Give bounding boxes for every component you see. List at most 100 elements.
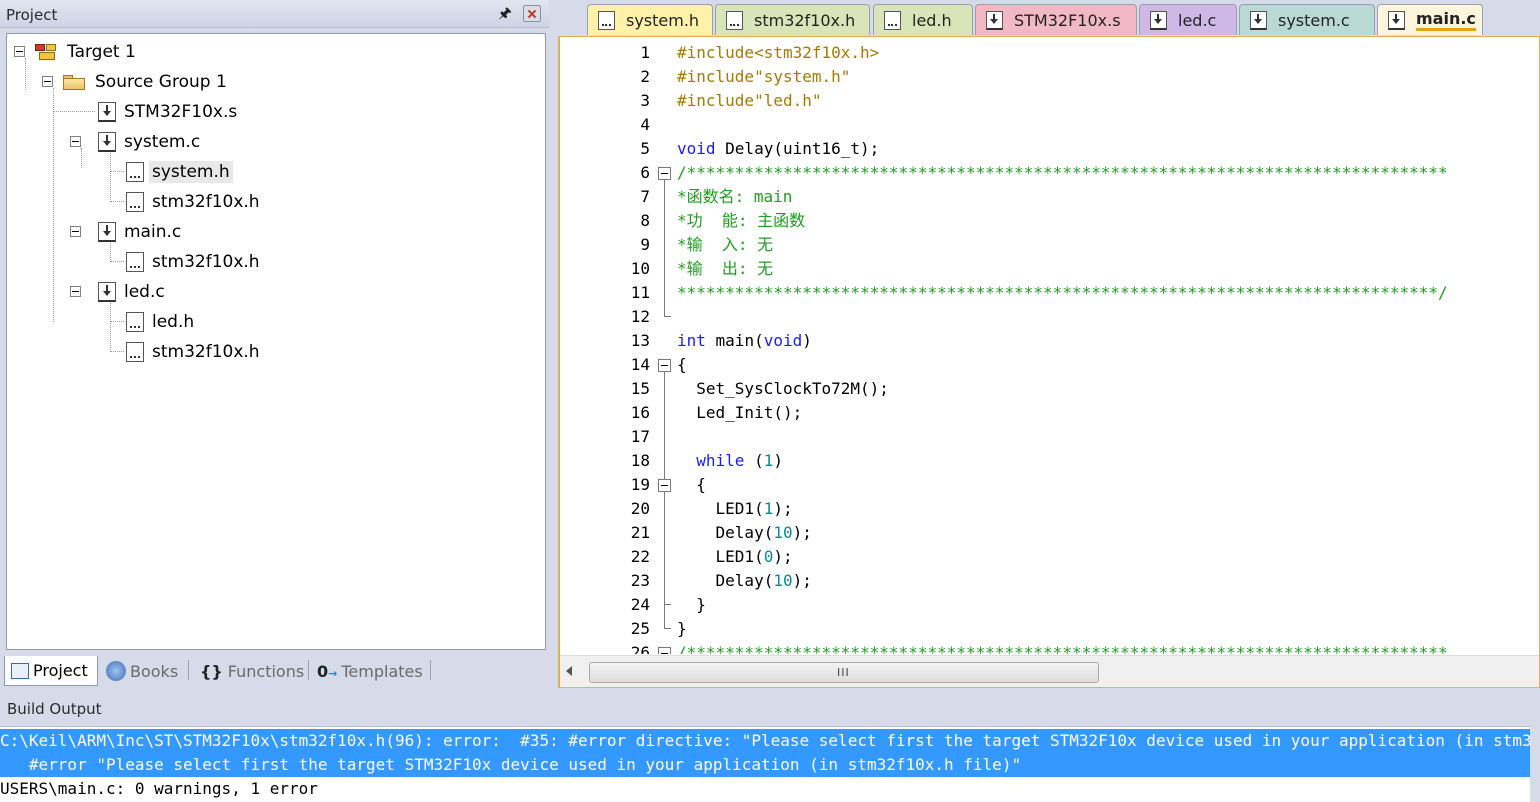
- code-line: 4: [560, 113, 1539, 137]
- tab-system-c[interactable]: system.c: [1239, 4, 1375, 35]
- fold-minus-icon[interactable]: [658, 359, 671, 372]
- tree-item-label: led.h: [152, 312, 195, 332]
- code-token: );: [792, 523, 812, 542]
- code-number: 1: [763, 499, 774, 518]
- expand-toggle-system-c[interactable]: [70, 136, 81, 147]
- tab-main-c[interactable]: main.c: [1377, 4, 1483, 35]
- expand-toggle-main-c[interactable]: [70, 226, 81, 237]
- line-number: 1: [640, 43, 650, 62]
- line-number: 20: [630, 499, 650, 518]
- code-number: 10: [773, 523, 793, 542]
- line-number: 6: [640, 163, 650, 182]
- pin-icon[interactable]: 🖈: [497, 3, 513, 23]
- close-icon[interactable]: [523, 5, 541, 22]
- tree-item-led-c[interactable]: led.c: [98, 279, 168, 305]
- code-line: 23 Delay(10);: [560, 569, 1539, 593]
- code-line: 11 **************************************…: [560, 281, 1539, 305]
- code-text: #include"led.h": [677, 91, 822, 110]
- code-keyword: void: [763, 331, 803, 350]
- line-number: 22: [630, 547, 650, 566]
- code-token: ): [802, 331, 812, 350]
- code-area[interactable]: 1 #include<stm32f10x.h> 2 #include"system.…: [560, 37, 1539, 654]
- code-token: LED1(: [677, 547, 764, 566]
- tree-item-source-group[interactable]: Source Group 1: [62, 69, 230, 95]
- tree-item-main-c[interactable]: main.c: [98, 219, 184, 245]
- code-line: 21 Delay(10);: [560, 521, 1539, 545]
- editor-panel: system.h stm32f10x.h led.h STM32F10x.s l…: [553, 0, 1540, 690]
- code-line: 16 Led_Init();: [560, 401, 1539, 425]
- build-output-line[interactable]: C:\Keil\ARM\Inc\ST\STM32F10x\stm32f10x.h…: [0, 729, 1530, 753]
- code-line: 18 while (1): [560, 449, 1539, 473]
- line-number: 11: [630, 283, 650, 302]
- project-panel: Project 🖈 Target 1 Source Group 1 STM32F…: [0, 0, 549, 690]
- scroll-left-icon[interactable]: [566, 666, 572, 676]
- tab-functions[interactable]: {} Functions: [194, 656, 306, 686]
- build-output-log[interactable]: C:\Keil\ARM\Inc\ST\STM32F10x\stm32f10x.h…: [0, 726, 1530, 802]
- tree-item-system-h[interactable]: system.h: [126, 159, 233, 185]
- code-text: while (1): [677, 449, 783, 473]
- code-token: );: [773, 547, 793, 566]
- tree-connector: [110, 298, 111, 352]
- tree-connector: [110, 201, 124, 202]
- build-output-panel: Build Output C:\Keil\ARM\Inc\ST\STM32F10…: [0, 690, 1540, 802]
- tree-item-startup-file[interactable]: STM32F10x.s: [98, 99, 240, 125]
- tree-item-stm32-header[interactable]: stm32f10x.h: [126, 189, 263, 215]
- tree-connector: [25, 58, 26, 90]
- tab-startup-s[interactable]: STM32F10x.s: [975, 4, 1137, 35]
- code-editor[interactable]: 1 #include<stm32f10x.h> 2 #include"system.…: [558, 36, 1540, 688]
- code-token: );: [792, 571, 812, 590]
- h-file-icon: [126, 192, 144, 212]
- scrollbar-thumb[interactable]: III: [589, 662, 1099, 683]
- code-text: }: [677, 595, 706, 614]
- tree-item-stm32-header[interactable]: stm32f10x.h: [126, 249, 263, 275]
- tab-stm32f10x-h[interactable]: stm32f10x.h: [715, 4, 870, 35]
- fold-minus-icon[interactable]: [658, 647, 671, 654]
- tree-item-label: stm32f10x.h: [152, 252, 260, 272]
- fold-minus-icon[interactable]: [658, 167, 671, 180]
- build-output-line[interactable]: #error "Please select first the target S…: [0, 753, 1530, 777]
- tree-item-stm32-header[interactable]: stm32f10x.h: [126, 339, 263, 365]
- line-number: 18: [630, 451, 650, 470]
- expand-toggle-target[interactable]: [14, 46, 25, 57]
- tab-label: led.c: [1178, 10, 1217, 30]
- code-token: LED1(: [677, 499, 764, 518]
- code-text: /***************************************…: [677, 643, 1448, 654]
- tab-templates[interactable]: 0→ Templates: [312, 656, 430, 686]
- books-icon: [106, 661, 126, 681]
- build-output-line[interactable]: USERS\main.c: 0 warnings, 1 error: [0, 777, 1530, 801]
- tree-item-target[interactable]: Target 1: [34, 39, 139, 65]
- tree-item-label: led.c: [124, 282, 165, 302]
- line-number: 2: [640, 67, 650, 86]
- line-number: 14: [630, 355, 650, 374]
- horizontal-scrollbar[interactable]: III: [560, 655, 1539, 687]
- tree-item-label: stm32f10x.h: [152, 342, 260, 362]
- code-keyword: int: [677, 331, 706, 350]
- code-line: 8 *功 能: 主函数: [560, 209, 1539, 233]
- tab-led-c[interactable]: led.c: [1139, 4, 1237, 35]
- tab-project[interactable]: Project: [4, 656, 98, 686]
- tab-books[interactable]: Books: [100, 656, 186, 686]
- functions-icon: {}: [200, 661, 223, 681]
- project-bottom-tabs: Project Books {} Functions 0→ Templates: [0, 652, 549, 688]
- tab-label: stm32f10x.h: [754, 10, 856, 30]
- fold-minus-icon[interactable]: [658, 479, 671, 492]
- code-text: int main(void): [677, 329, 812, 353]
- tree-item-system-c[interactable]: system.c: [98, 129, 203, 155]
- expand-toggle-led-c[interactable]: [70, 286, 81, 297]
- tab-system-h[interactable]: system.h: [587, 4, 713, 35]
- expand-toggle-group[interactable]: [42, 76, 53, 87]
- c-file-icon: [1250, 10, 1267, 30]
- tab-led-h[interactable]: led.h: [873, 4, 973, 35]
- line-number: 5: [640, 139, 650, 158]
- line-number: 9: [640, 235, 650, 254]
- h-file-icon: [126, 252, 144, 272]
- code-line: 15 Set_SysClockTo72M();: [560, 377, 1539, 401]
- tree-connector: [81, 148, 82, 168]
- tree-item-led-h[interactable]: led.h: [126, 309, 197, 335]
- c-file-icon: [98, 282, 116, 302]
- tree-connector: [110, 261, 124, 262]
- target-icon: [34, 42, 58, 62]
- code-text: *函数名: main: [677, 187, 793, 206]
- templates-icon: 0→: [317, 661, 338, 681]
- code-text: *功 能: 主函数: [677, 211, 806, 230]
